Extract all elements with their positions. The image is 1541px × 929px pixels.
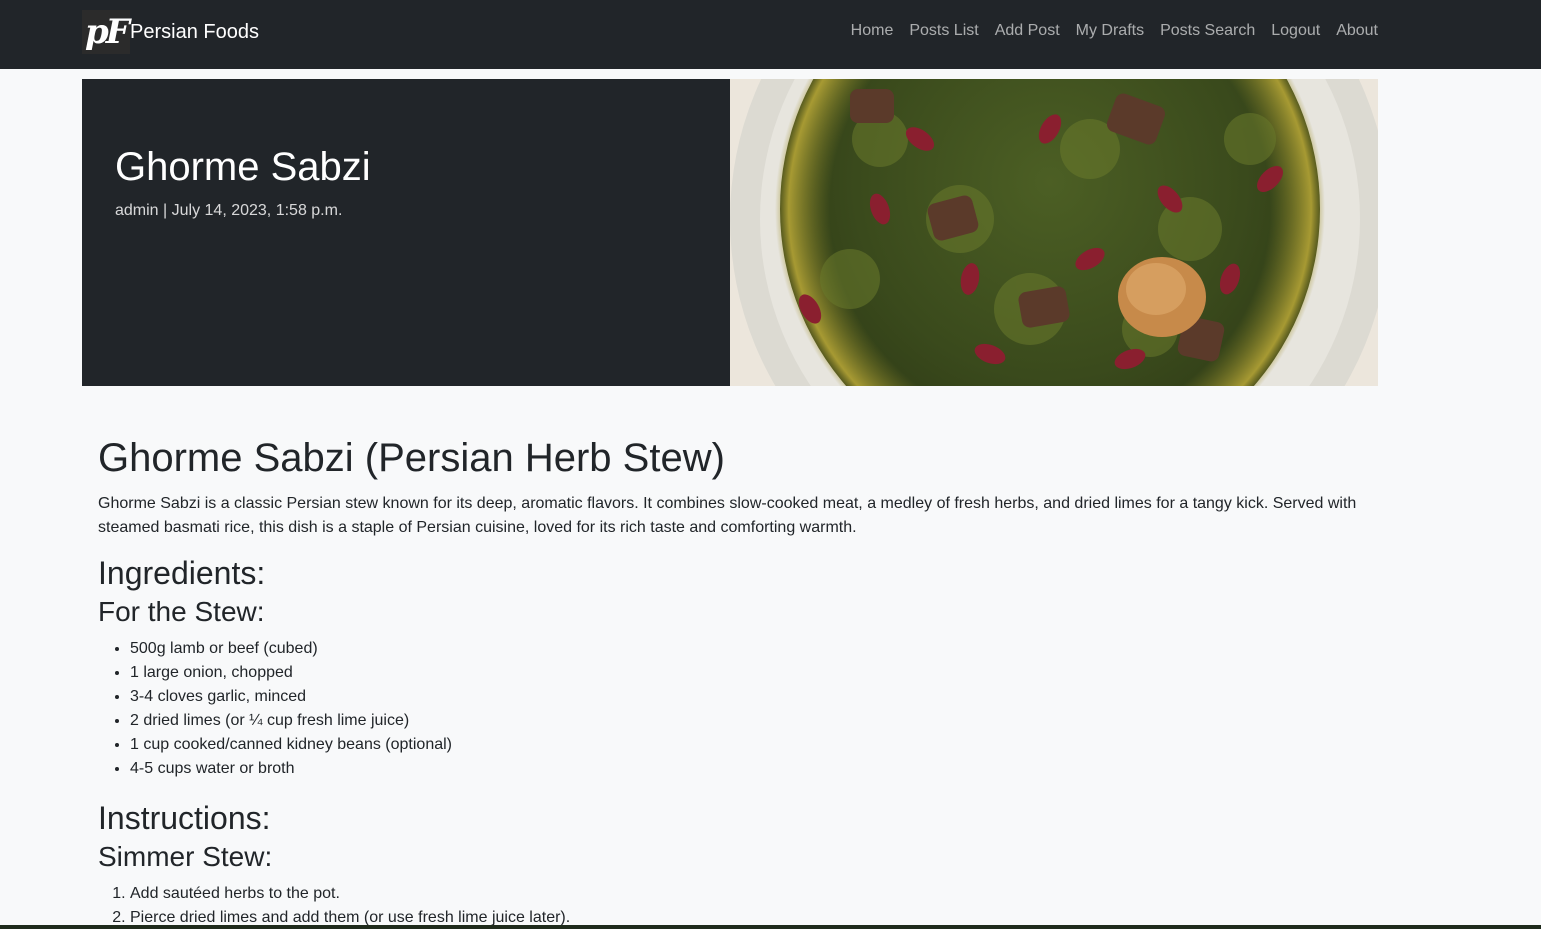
ingredients-heading: Ingredients: (98, 555, 266, 591)
list-item: 2 dried limes (or ¼ cup fresh lime juice… (130, 709, 1378, 733)
nav-link-about[interactable]: About (1336, 22, 1378, 39)
brand-link[interactable]: pF Persian Foods (82, 10, 259, 54)
footer-image-strip (0, 925, 1541, 929)
list-item: 1 large onion, chopped (130, 661, 1378, 685)
nav-link-posts-list[interactable]: Posts List (909, 22, 978, 39)
article-intro: Ghorme Sabzi is a classic Persian stew k… (98, 495, 1357, 536)
stew-photo-illustration (730, 79, 1378, 386)
post-title: Ghorme Sabzi (115, 145, 371, 189)
article-heading: Ghorme Sabzi (Persian Herb Stew) (98, 436, 725, 480)
list-item: 500g lamb or beef (cubed) (130, 637, 1378, 661)
post-image (730, 79, 1378, 386)
instructions-heading: Instructions: (98, 800, 271, 836)
simmer-heading: Simmer Stew: (98, 841, 273, 872)
nav-link-posts-search[interactable]: Posts Search (1160, 22, 1255, 39)
ingredients-list: 500g lamb or beef (cubed) 1 large onion,… (98, 637, 1378, 781)
nav-link-my-drafts[interactable]: My Drafts (1076, 22, 1144, 39)
list-item: Add sautéed herbs to the pot. (130, 882, 1378, 906)
nav-link-add-post[interactable]: Add Post (995, 22, 1060, 39)
brand-name: Persian Foods (130, 20, 259, 43)
nav-link-logout[interactable]: Logout (1271, 22, 1320, 39)
stew-heading: For the Stew: (98, 596, 265, 627)
post-meta: admin | July 14, 2023, 1:58 p.m. (115, 202, 343, 219)
nav-link-home[interactable]: Home (851, 22, 894, 39)
hero-text-panel: Ghorme Sabzi admin | July 14, 2023, 1:58… (82, 79, 730, 386)
post-hero: Ghorme Sabzi admin | July 14, 2023, 1:58… (82, 79, 1378, 386)
list-item: 1 cup cooked/canned kidney beans (option… (130, 733, 1378, 757)
list-item: 4-5 cups water or broth (130, 757, 1378, 781)
brand-logo-icon: pF (82, 10, 130, 54)
instructions-list: Add sautéed herbs to the pot. Pierce dri… (98, 882, 1378, 929)
list-item: 3-4 cloves garlic, minced (130, 685, 1378, 709)
post-content: Ghorme Sabzi (Persian Herb Stew) Ghorme … (98, 432, 1378, 929)
top-navbar: pF Persian Foods Home Posts List Add Pos… (0, 0, 1541, 69)
nav-links: Home Posts List Add Post My Drafts Posts… (851, 20, 1378, 42)
